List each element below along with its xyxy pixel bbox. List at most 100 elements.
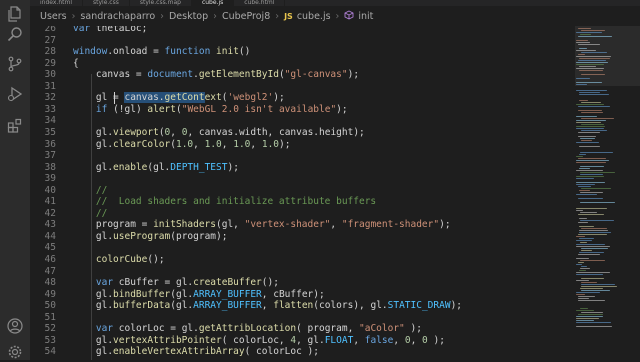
line-number: 46 xyxy=(44,254,56,265)
minimap-code-line xyxy=(578,106,611,108)
code-line[interactable]: 31 xyxy=(30,81,575,93)
code-text: var colorLoc = gl.getAttribLocation( pro… xyxy=(95,323,422,335)
code-line[interactable]: 32 gl = canvas.getContext('webgl2'); xyxy=(30,92,575,104)
code-line[interactable]: 40 // xyxy=(30,185,575,197)
code-line[interactable]: 27 xyxy=(30,35,575,47)
line-number: 32 xyxy=(44,92,56,104)
breadcrumb-item[interactable]: Users xyxy=(40,11,67,22)
line-number: 42 xyxy=(44,207,56,219)
code-text: gl.bindBuffer(gl.ARRAY_BUFFER, cBuffer); xyxy=(73,288,325,300)
line-number: 52 xyxy=(44,323,56,335)
minimap-code-line xyxy=(576,142,600,144)
line-number: 54 xyxy=(44,346,56,358)
code-line[interactable]: 35 gl.viewport(0, 0, canvas.width, canva… xyxy=(30,127,575,139)
line-number: 30 xyxy=(44,69,56,81)
code-text: var cBuffer = gl.createBuffer(); xyxy=(95,277,279,289)
code-line[interactable]: 41 // Load shaders and initialize attrib… xyxy=(30,196,575,208)
code-text: colorCube(); xyxy=(95,254,165,265)
line-number: 41 xyxy=(44,196,56,208)
extensions-icon[interactable] xyxy=(5,116,25,136)
code-line[interactable]: 46 colorCube(); xyxy=(30,254,575,266)
code-text: canvas = document.getElementById("gl-can… xyxy=(73,69,360,81)
code-text: gl.bufferData(gl.ARRAY_BUFFER, flatten(c… xyxy=(73,300,463,312)
code-line[interactable]: 54 gl.enableVertexAttribArray( colorLoc … xyxy=(30,346,575,358)
breadcrumb-separator: › xyxy=(275,10,280,22)
code-line[interactable]: 52 var colorLoc = gl.getAttribLocation( … xyxy=(30,323,575,335)
code-line[interactable]: 48 var cBuffer = gl.createBuffer(); xyxy=(30,277,575,289)
code-line[interactable]: 28 window.onload = function init() xyxy=(30,46,575,58)
code-text: if (!gl) alert("WebGL 2.0 isn't availabl… xyxy=(95,103,348,115)
code-line[interactable]: 44 gl.useProgram(program); xyxy=(30,231,575,243)
minimap-code-line xyxy=(580,202,615,204)
account-icon[interactable] xyxy=(5,316,25,336)
line-number: 47 xyxy=(44,265,56,277)
code-line[interactable]: 47 xyxy=(30,266,575,278)
line-number: 33 xyxy=(44,103,56,115)
line-number: 31 xyxy=(44,80,56,92)
line-number: 49 xyxy=(44,288,56,300)
line-number: 44 xyxy=(44,230,56,242)
code-text: gl.enableVertexAttribArray( colorLoc ); xyxy=(73,346,319,358)
breadcrumb-item[interactable]: Desktop xyxy=(169,11,208,22)
code-editor[interactable]: 26 var thetaLoc; 27 28 window.onload = funct… xyxy=(30,26,575,360)
minimap-code-line xyxy=(578,254,600,256)
code-text: // xyxy=(95,207,108,219)
minimap[interactable] xyxy=(575,26,640,360)
minimap-code-line xyxy=(576,162,607,164)
code-line[interactable]: 33 if (!gl) alert("WebGL 2.0 isn't avail… xyxy=(30,104,575,116)
code-text: gl.clearColor(1.0, 1.0, 1.0, 1.0); xyxy=(73,138,291,150)
line-number: 50 xyxy=(44,300,56,312)
code-line[interactable]: 38 gl.enable(gl.DEPTH_TEST); xyxy=(30,162,575,174)
breadcrumb: Users › sandrachaparro › Desktop › CubeProj… xyxy=(30,6,640,26)
code-line[interactable]: 42 // xyxy=(30,208,575,220)
code-line[interactable]: 45 xyxy=(30,242,575,254)
settings-gear-icon[interactable] xyxy=(5,342,25,362)
code-text: // xyxy=(95,184,108,196)
code-line[interactable]: 36 gl.clearColor(1.0, 1.0, 1.0, 1.0); xyxy=(30,139,575,151)
line-number: 34 xyxy=(44,115,56,127)
code-line[interactable]: 49 gl.bindBuffer(gl.ARRAY_BUFFER, cBuffe… xyxy=(30,289,575,301)
code-line[interactable]: 43 program = initShaders(gl, "vertex-sha… xyxy=(30,219,575,231)
code-line[interactable]: 53 gl.vertexAttribPointer( colorLoc, 4, … xyxy=(30,335,575,347)
text-cursor xyxy=(114,92,115,105)
minimap-code-line xyxy=(579,146,601,148)
line-number: 35 xyxy=(44,126,56,138)
code-line[interactable]: 29 { xyxy=(30,58,575,70)
code-text: { xyxy=(73,57,79,69)
search-icon[interactable] xyxy=(5,24,25,44)
code-line[interactable]: 30 canvas = document.getElementById("gl-… xyxy=(30,69,575,81)
code-text: window.onload = function init() xyxy=(73,46,251,58)
files-icon[interactable] xyxy=(5,4,25,24)
javascript-file-icon: JS xyxy=(284,11,293,21)
breadcrumb-item[interactable]: sandrachaparro xyxy=(80,11,155,22)
minimap-code-line xyxy=(578,132,600,134)
minimap-code-line xyxy=(576,178,594,180)
line-number: 38 xyxy=(44,161,56,173)
minimap-code-line xyxy=(576,326,612,328)
run-debug-icon[interactable] xyxy=(5,84,25,104)
activity-bar xyxy=(0,0,30,360)
minimap-code-line xyxy=(578,222,589,224)
code-line[interactable]: 50 gl.bufferData(gl.ARRAY_BUFFER, flatte… xyxy=(30,300,575,312)
breadcrumb-separator: › xyxy=(71,10,76,22)
code-line[interactable]: 51 xyxy=(30,312,575,324)
source-control-icon[interactable] xyxy=(5,54,25,74)
code-line[interactable]: 39 xyxy=(30,173,575,185)
code-line[interactable]: 34 xyxy=(30,115,575,127)
minimap-code-line xyxy=(578,300,605,302)
breadcrumb-file[interactable]: cube.js xyxy=(297,11,331,22)
code-text: gl.viewport(0, 0, canvas.width, canvas.h… xyxy=(73,126,365,138)
line-number: 27 xyxy=(44,34,56,46)
cube-function-icon xyxy=(344,9,354,23)
code-text: gl.vertexAttribPointer( colorLoc, 4, gl.… xyxy=(73,334,445,346)
line-number: 28 xyxy=(44,46,56,58)
minimap-code-line xyxy=(579,94,609,96)
breadcrumb-symbol[interactable]: init xyxy=(358,11,373,22)
minimap-code-line xyxy=(578,198,603,200)
line-number: 39 xyxy=(44,173,56,185)
code-line[interactable]: 37 xyxy=(30,150,575,162)
minimap-code-line xyxy=(576,194,597,196)
breadcrumb-item[interactable]: CubeProj8 xyxy=(222,11,270,22)
code-text: // Load shaders and initialize attribute… xyxy=(95,196,377,208)
minimap-code-line xyxy=(576,322,612,324)
